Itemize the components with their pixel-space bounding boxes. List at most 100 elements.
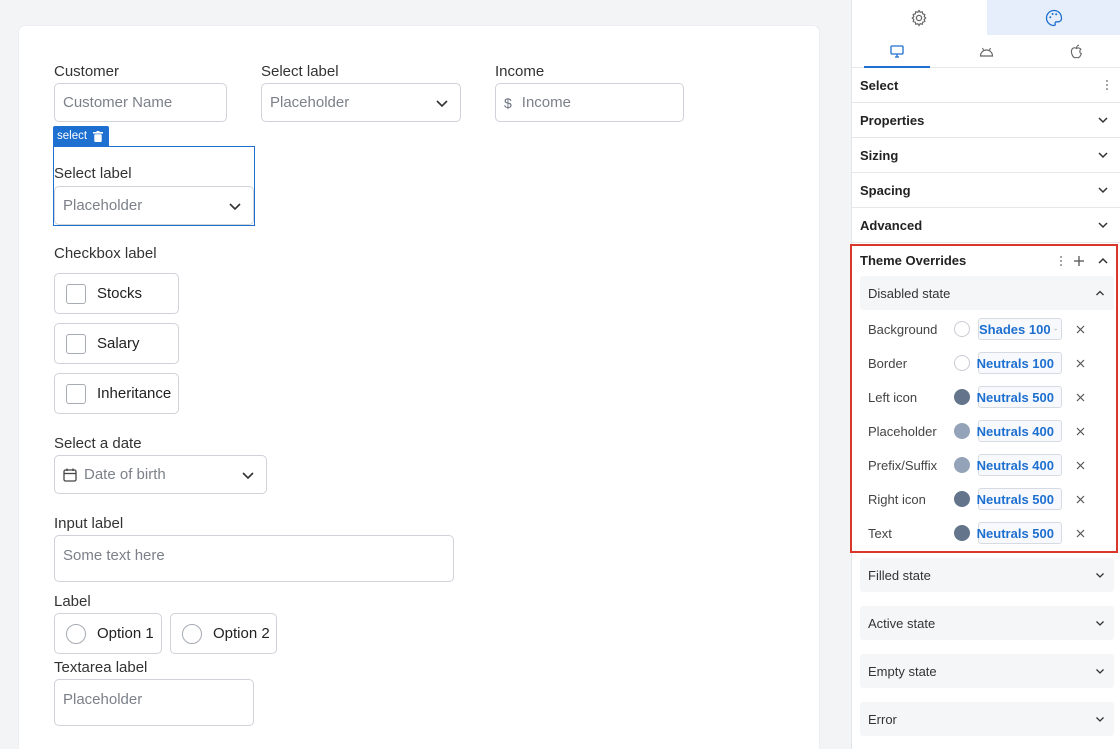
token-value: Neutrals 500 xyxy=(976,491,1054,507)
currency-prefix: $ xyxy=(504,94,512,111)
radio-option-1[interactable]: Option 1 xyxy=(54,613,162,654)
android-icon xyxy=(979,47,994,57)
tab-android[interactable] xyxy=(942,35,1032,67)
text-input[interactable]: Some text here xyxy=(54,535,454,582)
selected-component-name: select xyxy=(57,130,88,142)
select-dropdown-2[interactable]: Placeholder xyxy=(54,186,254,225)
selected-select-wrapper[interactable]: Select label Placeholder xyxy=(53,146,255,226)
radio-circle[interactable] xyxy=(182,623,202,644)
override-row: Left icon Neutrals 500 xyxy=(868,380,1114,414)
state-title: Disabled state xyxy=(868,285,951,301)
chevron-down-icon xyxy=(1098,222,1108,229)
section-advanced[interactable]: Advanced xyxy=(852,208,1120,243)
active-state-header[interactable]: Active state xyxy=(860,606,1114,640)
checkbox-box[interactable] xyxy=(66,283,86,304)
radio-option-2[interactable]: Option 2 xyxy=(170,613,277,654)
gear-icon xyxy=(911,8,927,27)
customer-placeholder: Customer Name xyxy=(63,94,173,111)
token-select[interactable]: Neutrals 100 xyxy=(977,352,1062,374)
radio-circle[interactable] xyxy=(66,623,86,644)
radio-group-label: Label xyxy=(54,593,91,610)
radio-option-label: Option 2 xyxy=(213,625,270,642)
override-name: Text xyxy=(868,525,892,541)
checkbox-option-label: Inheritance xyxy=(97,385,172,402)
checkbox-option-label: Stocks xyxy=(97,285,143,302)
chevron-down-icon xyxy=(242,471,254,479)
input-placeholder: Some text here xyxy=(63,547,165,564)
tab-theme[interactable] xyxy=(986,0,1120,35)
override-name: Background xyxy=(868,321,938,337)
tab-desktop[interactable] xyxy=(852,35,942,68)
panel-mode-tabs xyxy=(852,0,1120,35)
state-title: Active state xyxy=(868,615,936,631)
checkbox-box[interactable] xyxy=(66,383,86,404)
empty-state-header[interactable]: Empty state xyxy=(860,654,1114,688)
section-title: Spacing xyxy=(860,182,911,198)
device-tabs xyxy=(852,35,1120,68)
state-title: Empty state xyxy=(868,663,937,679)
date-label: Select a date xyxy=(54,435,142,452)
date-picker[interactable]: Date of birth xyxy=(54,455,267,494)
chevron-down-icon xyxy=(1096,717,1104,722)
color-swatch xyxy=(954,423,970,439)
palette-icon xyxy=(1045,9,1062,26)
override-name: Right icon xyxy=(868,491,926,507)
token-select[interactable]: Neutrals 500 xyxy=(976,522,1062,544)
close-icon[interactable] xyxy=(1076,529,1085,538)
checkbox-stocks[interactable]: Stocks xyxy=(54,273,179,314)
apple-icon xyxy=(1070,44,1082,58)
tab-ios[interactable] xyxy=(1031,35,1120,67)
close-icon[interactable] xyxy=(1076,461,1085,470)
color-swatch xyxy=(954,457,970,473)
error-state-header[interactable]: Error xyxy=(860,702,1114,736)
customer-label: Customer xyxy=(54,63,120,80)
disabled-state-header[interactable]: Disabled state xyxy=(860,276,1114,310)
token-select[interactable]: Neutrals 500 xyxy=(976,488,1062,510)
color-swatch xyxy=(954,355,970,371)
color-swatch xyxy=(954,321,970,337)
state-title: Error xyxy=(868,711,897,727)
trash-icon[interactable] xyxy=(93,130,104,142)
close-icon[interactable] xyxy=(1076,393,1085,402)
token-select[interactable]: Neutrals 500 xyxy=(977,386,1062,408)
token-value: Neutrals 500 xyxy=(976,525,1054,541)
checkbox-inheritance[interactable]: Inheritance xyxy=(54,373,179,414)
chevron-down-icon xyxy=(1096,669,1104,674)
override-row: Background Shades 100 xyxy=(868,312,1114,346)
override-row: Border Neutrals 100 xyxy=(868,346,1114,380)
chevron-down-icon xyxy=(1053,328,1057,330)
close-icon[interactable] xyxy=(1076,325,1085,334)
tab-settings[interactable] xyxy=(852,0,987,35)
override-name: Border xyxy=(868,355,908,371)
select-dropdown[interactable]: Placeholder xyxy=(261,83,461,122)
checkbox-box[interactable] xyxy=(66,333,86,354)
more-vertical-icon[interactable] xyxy=(1105,79,1109,91)
chevron-down-icon xyxy=(1098,187,1108,194)
filled-state-header[interactable]: Filled state xyxy=(860,558,1114,592)
textarea-placeholder: Placeholder xyxy=(63,691,143,708)
close-icon[interactable] xyxy=(1076,359,1085,368)
section-sizing[interactable]: Sizing xyxy=(852,138,1120,173)
section-title: Sizing xyxy=(860,147,899,163)
textarea[interactable]: Placeholder xyxy=(54,679,254,726)
chevron-down-icon xyxy=(1098,117,1108,124)
token-select[interactable]: Neutrals 400 xyxy=(977,454,1062,476)
token-value: Shades 100 xyxy=(979,321,1051,337)
state-title: Filled state xyxy=(868,567,931,583)
selected-component-tag[interactable]: select xyxy=(53,126,110,146)
chevron-down-icon xyxy=(1096,573,1104,578)
color-swatch xyxy=(954,525,970,541)
close-icon[interactable] xyxy=(1076,495,1085,504)
section-properties[interactable]: Properties xyxy=(852,103,1120,138)
override-row: Right icon Neutrals 500 xyxy=(868,482,1114,516)
token-select[interactable]: Shades 100 xyxy=(978,318,1062,340)
section-spacing[interactable]: Spacing xyxy=(852,173,1120,208)
override-row: Text Neutrals 500 xyxy=(868,516,1114,550)
income-input[interactable]: $ Income xyxy=(495,83,684,122)
close-icon[interactable] xyxy=(1076,427,1085,436)
input-label: Input label xyxy=(54,515,124,532)
customer-input[interactable]: Customer Name xyxy=(54,83,227,122)
component-name: Select xyxy=(860,77,899,93)
token-select[interactable]: Neutrals 400 xyxy=(977,420,1062,442)
checkbox-salary[interactable]: Salary xyxy=(54,323,179,364)
